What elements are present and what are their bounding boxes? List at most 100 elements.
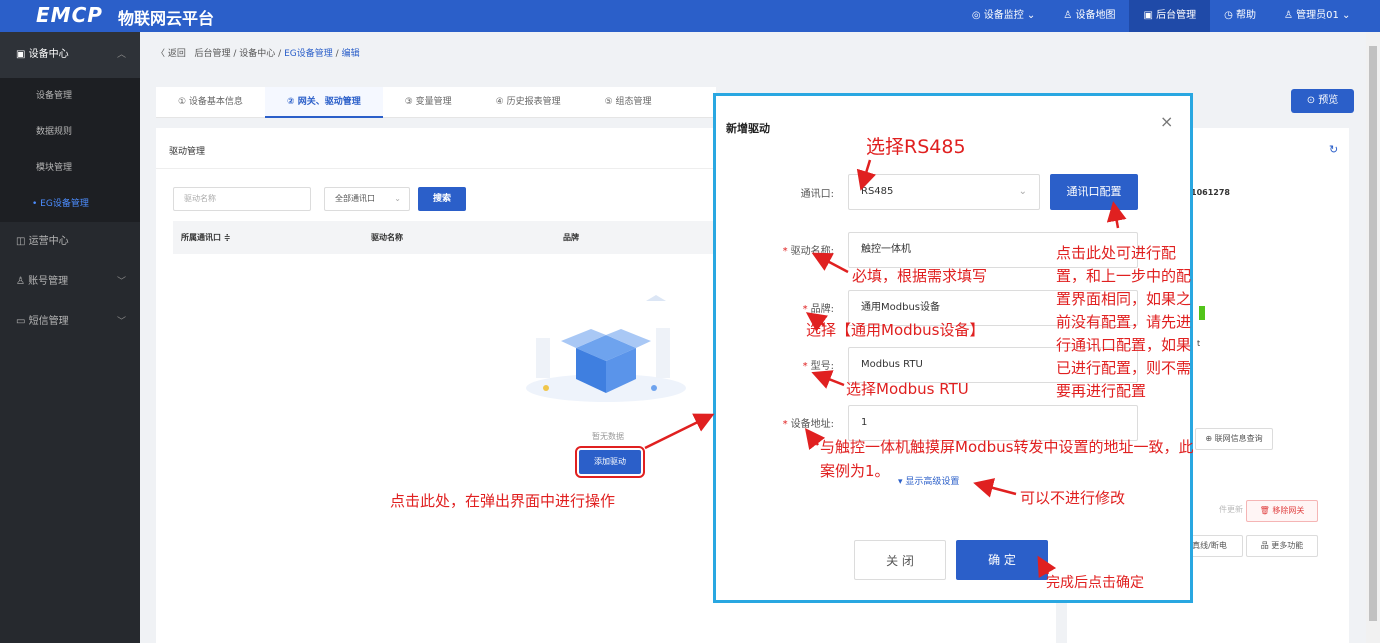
chevron-down-icon: ﹀: [116, 277, 126, 287]
annotation-finish: 完成后点击确定: [1046, 575, 1144, 591]
annotation-select-brand: 选择【通用Modbus设备】: [806, 321, 985, 339]
column-driver-name: 驱动名称: [371, 233, 403, 242]
label-text: 型号:: [810, 361, 834, 372]
chevron-down-icon: ﹀: [116, 317, 126, 327]
breadcrumb-separator: /: [233, 49, 237, 59]
annotation-no-modify: 可以不进行修改: [1020, 489, 1126, 507]
annotation-address-1: 与触控一体机触摸屏Modbus转发中设置的地址一致，此: [820, 438, 1194, 456]
label-text: 驱动名称:: [790, 246, 834, 257]
monitor-icon: ▣: [16, 49, 29, 60]
label-text: 设备地址:: [790, 419, 834, 430]
annotation-select-model: 选择Modbus RTU: [846, 380, 969, 398]
nav-backend-management[interactable]: ▣ 后台管理: [1129, 0, 1211, 32]
scrollbar[interactable]: [1366, 32, 1380, 643]
back-link[interactable]: 〈 返回: [156, 49, 186, 59]
device-id: 1061278: [1191, 188, 1230, 197]
tab-gateway-driver[interactable]: ② 网关、驱动管理: [264, 87, 383, 118]
tab-bar: ① 设备基本信息 ② 网关、驱动管理 ③ 变量管理 ④ 历史报表管理 ⑤ 组态管…: [156, 87, 716, 118]
port-select-field[interactable]: RS485 ⌄: [848, 174, 1040, 210]
chevron-down-icon: ⌄: [1018, 186, 1027, 197]
info-fragment: t: [1197, 339, 1201, 348]
add-driver-button[interactable]: 添加驱动: [575, 446, 645, 478]
breadcrumb-eg-device[interactable]: EG设备管理: [284, 49, 333, 59]
breadcrumb-separator: /: [335, 49, 339, 59]
more-functions-button[interactable]: 品 更多功能: [1246, 535, 1318, 557]
annotation-select-rs485: 选择RS485: [866, 136, 966, 158]
chevron-up-icon: ︿: [116, 50, 126, 60]
nav-user-menu[interactable]: ♙ 管理员01 ⌄: [1270, 0, 1380, 32]
annotation-config-line: 要再进行配置: [1056, 382, 1147, 400]
sidebar-item-accounts[interactable]: ♙ 账号管理 ﹀: [0, 262, 140, 302]
show-advanced-link[interactable]: ▾ 显示高级设置: [898, 474, 959, 487]
status-indicator: [1199, 306, 1205, 320]
sidebar-item-module-management[interactable]: 模块管理: [0, 150, 140, 186]
annotation-config-line: 置，和上一步中的配: [1056, 267, 1192, 285]
top-nav: ◎ 设备监控 ⌄ ♙ 设备地图 ▣ 后台管理 ◷ 帮助 ♙ 管理员01 ⌄: [958, 0, 1380, 32]
tab-configuration[interactable]: ⑤ 组态管理: [583, 87, 674, 118]
sidebar-item-sms[interactable]: ▭ 短信管理 ﹀: [0, 302, 140, 342]
sidebar-item-label: 运营中心: [28, 236, 69, 247]
tab-history-reports[interactable]: ④ 历史报表管理: [474, 87, 583, 118]
nav-help[interactable]: ◷ 帮助: [1210, 0, 1270, 32]
brand-label: * 品牌:: [802, 304, 834, 315]
scrollbar-thumb[interactable]: [1369, 46, 1377, 621]
sidebar-item-data-rules[interactable]: 数据规则: [0, 114, 140, 150]
port-value: RS485: [861, 186, 894, 197]
annotation-config-line: 置界面相同，如果之: [1056, 290, 1192, 308]
annotation-address-2: 案例为1。: [820, 462, 890, 480]
search-button[interactable]: 搜索: [418, 187, 466, 211]
preview-button[interactable]: ⊙ 预览: [1291, 89, 1354, 113]
port-label: 通讯口:: [800, 189, 834, 200]
nav-device-map[interactable]: ♙ 设备地图: [1049, 0, 1129, 32]
sidebar-item-label: 短信管理: [28, 316, 69, 327]
chevron-down-icon: ⌄: [394, 194, 401, 203]
sidebar-item-label: 账号管理: [28, 276, 69, 287]
breadcrumb-device-center[interactable]: 设备中心: [239, 49, 275, 59]
modal-title: 新增驱动: [726, 122, 770, 135]
annotation-config-line: 行通讯口配置，如果: [1056, 336, 1192, 354]
top-bar: EMCP 物联网云平台 ◎ 设备监控 ⌄ ♙ 设备地图 ▣ 后台管理 ◷ 帮助 …: [0, 0, 1380, 32]
port-config-button[interactable]: 通讯口配置: [1050, 174, 1138, 210]
operations-icon: ◫: [16, 236, 29, 247]
empty-text: 暂无数据: [592, 432, 624, 441]
driver-name-label: * 驱动名称:: [782, 246, 834, 257]
nav-device-monitor[interactable]: ◎ 设备监控 ⌄: [958, 0, 1049, 32]
driver-name-input[interactable]: 驱动名称: [173, 187, 311, 211]
platform-title: 物联网云平台: [118, 9, 215, 28]
user-icon: ♙: [16, 276, 29, 287]
firmware-update-button[interactable]: 件更新: [1185, 500, 1243, 522]
logo: EMCP: [36, 3, 103, 27]
message-icon: ▭: [16, 316, 29, 327]
close-icon[interactable]: ×: [1160, 112, 1173, 131]
breadcrumb-backend[interactable]: 后台管理: [194, 49, 230, 59]
annotation-click-here: 点击此处，在弹出界面中进行操作: [390, 492, 616, 510]
close-button[interactable]: 关 闭: [854, 540, 946, 580]
address-label: * 设备地址:: [782, 419, 834, 430]
column-port[interactable]: 所属通讯口 ≑: [181, 232, 231, 243]
annotation-required: 必填，根据需求填写: [852, 267, 988, 285]
panel-title: 驱动管理: [169, 147, 206, 157]
sidebar: ▣ 设备中心 ︿ 设备管理 数据规则 模块管理 • EG设备管理 ◫ 运营中心 …: [0, 32, 140, 643]
breadcrumb: 〈 返回 后台管理 / 设备中心 / EG设备管理 / 编辑: [156, 46, 360, 59]
sidebar-item-device-management[interactable]: 设备管理: [0, 78, 140, 114]
column-brand: 品牌: [563, 233, 579, 242]
tab-basic-info[interactable]: ① 设备基本信息: [156, 87, 265, 118]
sidebar-group-device-center[interactable]: ▣ 设备中心 ︿: [0, 32, 140, 78]
empty-box-icon: [526, 295, 686, 402]
annotation-config-line: 已进行配置，则不需: [1056, 359, 1192, 377]
refresh-icon[interactable]: ↻: [1329, 143, 1338, 156]
port-select-value: 全部通讯口: [335, 194, 375, 203]
remove-gateway-button[interactable]: 🗑 移除网关: [1246, 500, 1318, 522]
network-info-button[interactable]: ⊕ 联网信息查询: [1195, 428, 1273, 450]
sidebar-item-eg-device-management[interactable]: • EG设备管理: [0, 186, 140, 222]
confirm-button[interactable]: 确 定: [956, 540, 1048, 580]
table-header: 所属通讯口 ≑ 驱动名称 品牌: [173, 221, 733, 254]
tab-variables[interactable]: ③ 变量管理: [383, 87, 474, 118]
sidebar-item-operations[interactable]: ◫ 运营中心: [0, 222, 140, 262]
sidebar-group-label: 设备中心: [28, 49, 69, 60]
label-text: 品牌:: [810, 304, 834, 315]
breadcrumb-separator: /: [278, 49, 282, 59]
annotation-config-line: 点击此处可进行配: [1056, 244, 1177, 262]
port-select[interactable]: 全部通讯口 ⌄: [324, 187, 410, 211]
breadcrumb-edit: 编辑: [341, 49, 360, 59]
